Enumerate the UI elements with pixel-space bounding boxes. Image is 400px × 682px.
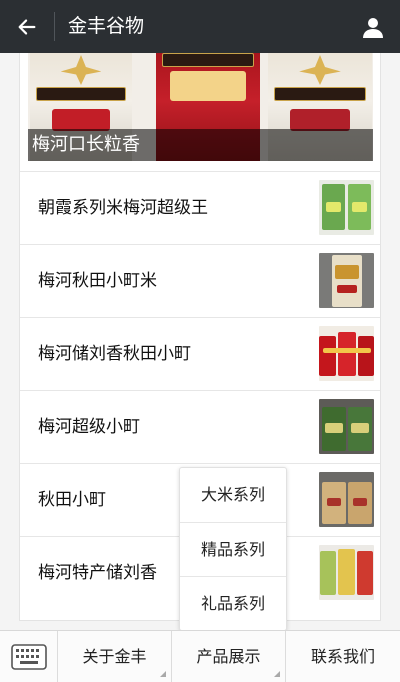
product-thumbnail [319,399,374,454]
product-banner[interactable]: 梅河口长粒香 [28,53,373,161]
product-list-item[interactable]: 梅河储刘香秋田小町 [20,317,380,390]
product-thumbnail [319,326,374,381]
menu-item-gift-series[interactable]: 礼品系列 [180,576,286,630]
product-name: 秋田小町 [38,490,106,510]
back-arrow-icon [18,18,36,35]
tab-contact[interactable]: 联系我们 [286,631,400,682]
submenu-indicator [160,671,166,677]
submenu-indicator [274,671,280,677]
bottom-menu-bar: 关于金丰 产品展示 联系我们 [0,630,400,682]
menu-item-premium-series[interactable]: 精品系列 [180,522,286,576]
tab-label: 关于金丰 [82,647,147,666]
tab-products[interactable]: 产品展示 [172,631,286,682]
product-thumbnail [319,253,374,308]
app-header: 金丰谷物 [0,0,400,53]
keyboard-icon [10,644,47,670]
product-name: 朝霞系列米梅河超级王 [38,198,208,218]
user-icon [363,18,383,38]
product-category-menu: 大米系列 精品系列 礼品系列 [179,467,287,631]
product-thumbnail [319,545,374,600]
tab-label: 产品展示 [196,647,261,666]
product-name: 梅河超级小町 [38,417,140,437]
product-name: 梅河秋田小町米 [38,271,157,291]
product-list-item[interactable]: 梅河秋田小町米 [20,244,380,317]
keyboard-toggle-button[interactable] [0,631,58,682]
back-button[interactable] [0,0,54,53]
header-divider [54,12,55,41]
product-name: 梅河储刘香秋田小町 [38,344,191,364]
banner-caption: 梅河口长粒香 [32,134,140,155]
product-list-item[interactable]: 梅河超级小町 [20,390,380,463]
menu-item-rice-series[interactable]: 大米系列 [180,468,286,522]
product-thumbnail [319,472,374,527]
banner-caption-bar: 梅河口长粒香 [28,129,373,161]
tab-label: 联系我们 [310,647,375,666]
product-name: 梅河特产储刘香 [38,563,157,583]
product-thumbnail [319,180,374,235]
tab-about[interactable]: 关于金丰 [58,631,172,682]
user-profile-button[interactable] [356,10,390,44]
product-list-item[interactable]: 朝霞系列米梅河超级王 [20,171,380,244]
page-title: 金丰谷物 [68,15,145,37]
